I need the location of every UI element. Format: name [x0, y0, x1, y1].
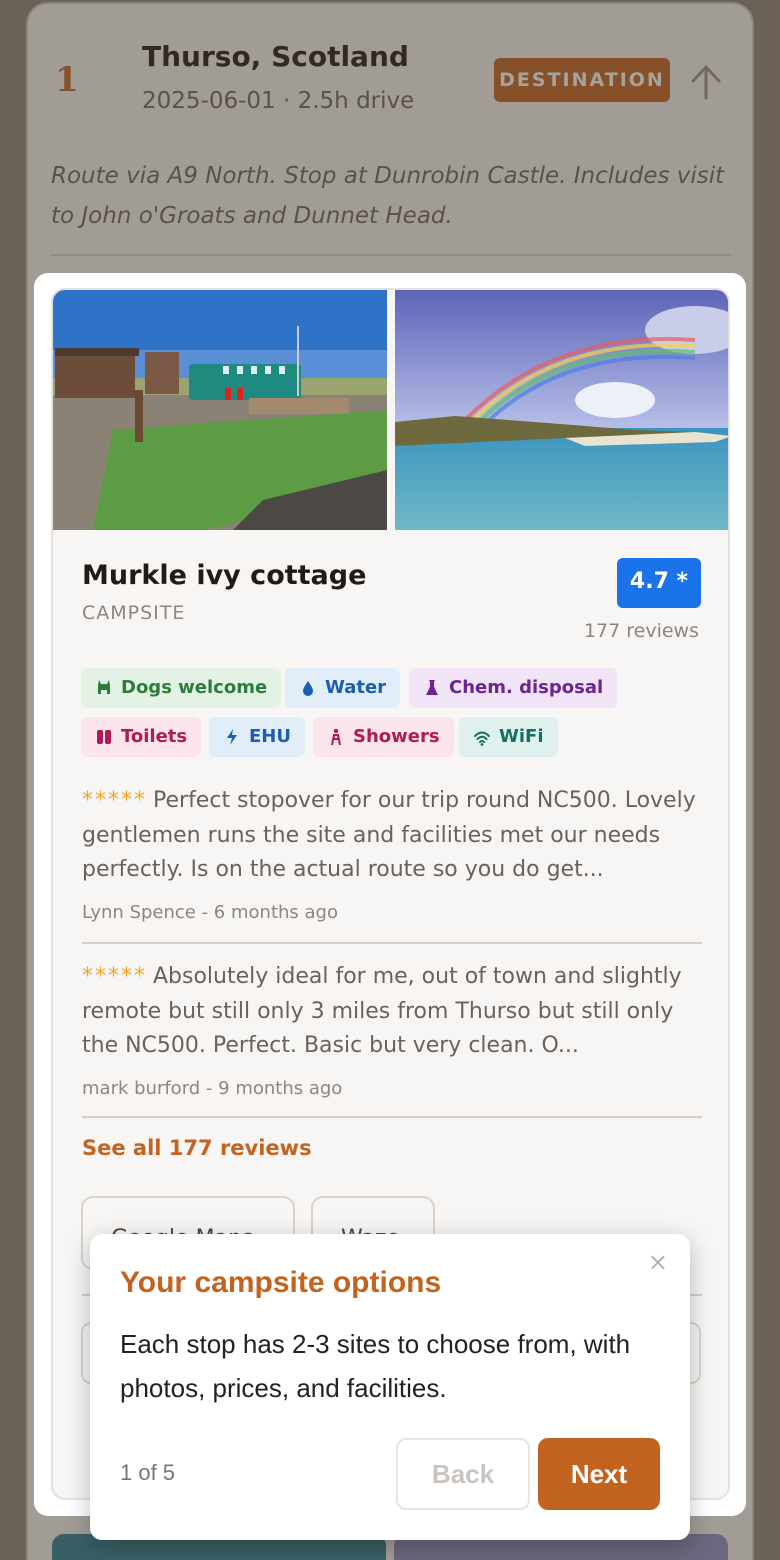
wifi-icon — [474, 731, 490, 746]
review-stars: ***** — [82, 788, 147, 813]
review-author: Lynn Spence - 6 months ago — [82, 901, 338, 923]
divider — [82, 1116, 702, 1118]
review-body: Absolutely ideal for me, out of town and… — [82, 964, 682, 1058]
amenity-label: WiFi — [499, 726, 544, 747]
amenity-tag-water: Water — [285, 668, 401, 708]
see-all-reviews-link[interactable]: See all 177 reviews — [82, 1136, 312, 1160]
amenity-label: Dogs welcome — [121, 677, 268, 698]
water-drop-icon — [303, 681, 313, 696]
review-stars: ***** — [82, 964, 147, 989]
campsite-photo-2[interactable] — [395, 290, 728, 530]
amenity-tag-chem-disposal: Chem. disposal — [409, 668, 618, 708]
review-item: ***** Absolutely ideal for me, out of tow… — [82, 960, 702, 1099]
dog-icon — [98, 680, 110, 694]
stop-meta: 2025-06-01 · 2.5h drive — [142, 88, 415, 114]
amenity-tag-wifi: WiFi — [459, 717, 558, 757]
campsite-type: CAMPSITE — [82, 602, 186, 624]
amenity-label: EHU — [249, 726, 291, 747]
amenity-tag-ehu: EHU — [209, 717, 305, 757]
stop-number: 1 — [55, 60, 79, 100]
rating-badge: 4.7 * — [617, 558, 701, 608]
divider — [51, 254, 731, 256]
stop-title: Thurso, Scotland — [142, 40, 409, 73]
divider — [82, 942, 702, 944]
tour-title: Your campsite options — [120, 1266, 442, 1299]
campsite-name: Murkle ivy cottage — [82, 560, 367, 591]
review-body: Perfect stopover for our trip round NC50… — [82, 788, 696, 882]
amenity-tag-showers: Showers — [313, 717, 454, 757]
close-icon[interactable]: × — [648, 1248, 668, 1276]
next-button[interactable]: Next — [538, 1438, 660, 1510]
destination-badge: DESTINATION — [494, 58, 670, 102]
back-button[interactable]: Back — [396, 1438, 530, 1510]
amenity-tag-toilets: Toilets — [81, 717, 202, 757]
amenity-label: Toilets — [121, 726, 188, 747]
flask-icon — [426, 680, 438, 695]
amenity-tag-dogs: Dogs welcome — [81, 668, 282, 708]
amenity-label: Water — [325, 677, 387, 698]
amenity-label: Chem. disposal — [449, 677, 604, 698]
toilet-icon — [97, 730, 111, 744]
tour-description: Each stop has 2-3 sites to choose from, … — [120, 1329, 631, 1403]
arrow-up-icon[interactable] — [688, 62, 724, 102]
amenity-label: Showers — [353, 726, 440, 747]
tour-popover: × Your campsite options Each stop has 2-… — [90, 1234, 690, 1540]
shower-icon — [331, 728, 341, 746]
reviews-count: 177 reviews — [583, 620, 699, 642]
lightning-icon — [227, 729, 237, 745]
review-text: ***** Perfect stopover for our trip round… — [82, 784, 702, 888]
review-author: mark burford - 9 months ago — [82, 1077, 343, 1099]
review-item: ***** Perfect stopover for our trip round… — [82, 784, 702, 923]
review-text: ***** Absolutely ideal for me, out of tow… — [82, 960, 702, 1064]
campsite-photo-1[interactable] — [53, 290, 387, 530]
tour-progress: 1 of 5 — [120, 1460, 176, 1485]
route-note: Route via A9 North. Stop at Dunrobin Cas… — [51, 163, 725, 229]
